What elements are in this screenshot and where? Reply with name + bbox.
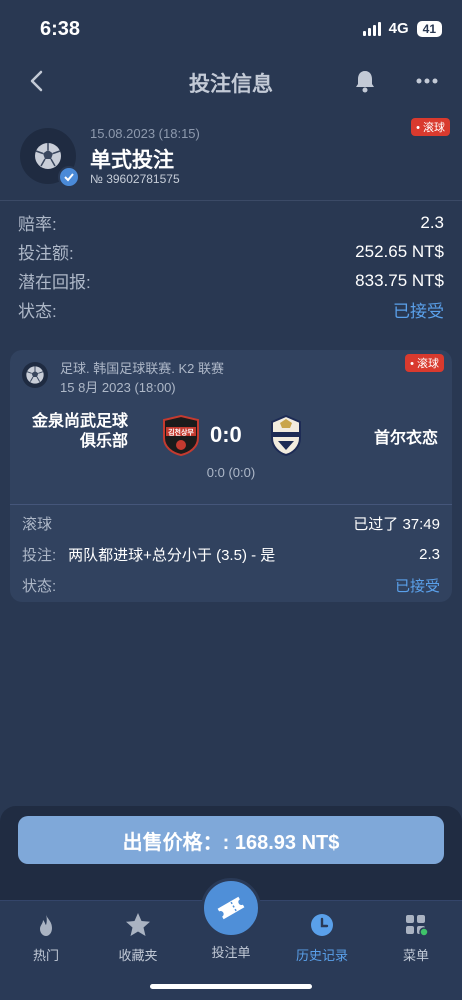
tab-betslip-label: 投注单 bbox=[211, 945, 251, 960]
home-team-crest-icon: 김천상무 bbox=[163, 414, 199, 456]
match-date: 15 8月 2023 (18:00) bbox=[60, 380, 176, 395]
tab-menu-label: 菜单 bbox=[402, 948, 429, 963]
bet-type: 单式投注 bbox=[90, 149, 174, 172]
selection-text: 两队都进球+总分小于 (3.5) - 是 bbox=[68, 547, 276, 564]
odds-value: 2.3 bbox=[420, 212, 444, 232]
live-label: 滚球 bbox=[22, 516, 53, 533]
live-badge: • 滚球 bbox=[405, 354, 444, 372]
match-status-row: 状态: 已接受 bbox=[22, 570, 440, 601]
selection-row: 投注: 两队都进球+总分小于 (3.5) - 是 2.3 bbox=[22, 539, 440, 570]
tab-hot-label: 热门 bbox=[32, 948, 59, 963]
bet-number: № 39602781575 bbox=[90, 172, 180, 186]
match-card[interactable]: 足球. 韩国足球联赛. K2 联赛 15 8月 2023 (18:00) • 滚… bbox=[10, 350, 452, 602]
status-label: 状态: bbox=[18, 302, 57, 321]
status-value: 已接受 bbox=[393, 302, 444, 321]
betslip-button[interactable] bbox=[201, 878, 261, 938]
bet-details: 滚球 已过了 37:49 投注: 两队都进球+总分小于 (3.5) - 是 2.… bbox=[22, 508, 440, 601]
payout-value: 833.75 NT$ bbox=[355, 270, 444, 290]
bet-date: 15.08.2023 (18:15) bbox=[90, 126, 200, 141]
tab-history[interactable]: 历史记录 bbox=[282, 911, 362, 964]
bet-label: 投注: bbox=[22, 547, 57, 564]
halftime-score: 0:0 (0:0) bbox=[206, 465, 256, 480]
selection-odds: 2.3 bbox=[419, 546, 440, 563]
tab-menu[interactable]: 菜单 bbox=[376, 911, 456, 964]
tab-favorites[interactable]: 收藏夹 bbox=[98, 911, 178, 964]
status-icons: 4G 41 bbox=[362, 20, 442, 37]
battery-icon: 41 bbox=[416, 20, 442, 37]
home-crest-text: 김천상무 bbox=[168, 428, 194, 437]
live-badge: • 滚球 bbox=[411, 118, 450, 136]
soccer-ball-icon bbox=[22, 362, 48, 388]
stake-row: 投注额: 252.65 NT$ bbox=[18, 237, 444, 266]
away-team-crest-icon bbox=[271, 414, 301, 456]
divider bbox=[0, 200, 462, 201]
match-status-value: 已接受 bbox=[394, 578, 440, 595]
sell-button[interactable]: 出售价格：: 168.93 NT$ bbox=[18, 816, 444, 864]
payout-label: 潜在回报: bbox=[18, 273, 91, 292]
home-team-name: 金泉尚武足球俱乐部 bbox=[31, 413, 128, 450]
signal-icon bbox=[362, 21, 381, 36]
league-name: 足球. 韩国足球联赛. K2 联赛 bbox=[60, 361, 224, 376]
divider bbox=[10, 504, 452, 505]
tab-history-label: 历史记录 bbox=[295, 948, 348, 963]
odds-label: 赔率: bbox=[18, 215, 57, 234]
stake-label: 投注额: bbox=[18, 244, 74, 263]
bell-icon[interactable] bbox=[352, 68, 378, 94]
bet-header: 15.08.2023 (18:15) 单式投注 № 39602781575 • … bbox=[0, 118, 462, 200]
odds-row: 赔率: 2.3 bbox=[18, 208, 444, 237]
flame-icon bbox=[40, 914, 52, 936]
home-indicator bbox=[150, 984, 312, 989]
page-title: 投注信息 bbox=[189, 73, 273, 96]
grid-menu-icon bbox=[406, 915, 429, 937]
live-row: 滚球 已过了 37:49 bbox=[22, 508, 440, 539]
away-team-name: 首尔衣恋 bbox=[373, 430, 438, 447]
network-type: 4G bbox=[388, 20, 409, 37]
elapsed-time: 已过了 37:49 bbox=[353, 516, 440, 533]
tab-hot[interactable]: 热门 bbox=[6, 911, 86, 964]
bet-summary: 赔率: 2.3 投注额: 252.65 NT$ 潜在回报: 833.75 NT$… bbox=[18, 208, 444, 324]
clock-icon bbox=[311, 914, 333, 936]
score: 0:0 bbox=[210, 422, 242, 447]
status-row: 状态: 已接受 bbox=[18, 295, 444, 324]
more-icon[interactable] bbox=[414, 70, 440, 92]
header: 投注信息 bbox=[0, 56, 462, 106]
checkmark-icon bbox=[58, 166, 80, 188]
tab-favorites-label: 收藏夹 bbox=[118, 948, 158, 963]
status-time: 6:38 bbox=[40, 18, 81, 40]
ticket-icon bbox=[217, 896, 245, 920]
payout-row: 潜在回报: 833.75 NT$ bbox=[18, 266, 444, 295]
status-bar: 6:38 4G 41 bbox=[0, 0, 462, 56]
stake-value: 252.65 NT$ bbox=[355, 241, 444, 261]
star-icon bbox=[126, 913, 150, 936]
match-status-label: 状态: bbox=[22, 578, 57, 595]
